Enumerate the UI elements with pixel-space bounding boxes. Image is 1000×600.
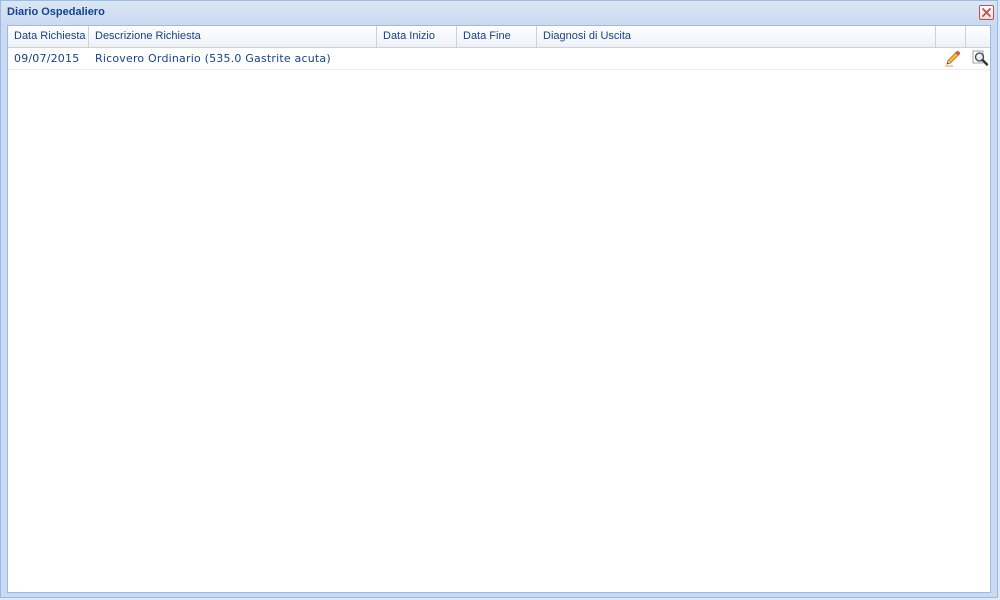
grid-panel: Data Richiesta Descrizione Richiesta Dat… [7, 25, 991, 593]
pencil-icon [945, 51, 960, 67]
column-header-edit [936, 26, 966, 47]
column-header-view [966, 26, 990, 47]
edit-button[interactable] [944, 50, 961, 67]
column-header-data-inizio[interactable]: Data Inizio [377, 26, 457, 47]
diario-ospedaliero-window: Diario Ospedaliero Data Richiesta Descri… [0, 0, 998, 598]
cell-diagnosi-uscita [537, 48, 936, 69]
view-button[interactable] [972, 50, 989, 67]
column-header-descrizione-richiesta[interactable]: Descrizione Richiesta [89, 26, 377, 47]
magnifier-icon [972, 50, 989, 66]
close-button[interactable] [979, 5, 994, 20]
column-header-diagnosi-uscita[interactable]: Diagnosi di Uscita [537, 26, 936, 47]
window-titlebar[interactable]: Diario Ospedaliero [1, 1, 997, 25]
table-row[interactable]: 09/07/2015 Ricovero Ordinario (535.0 Gas… [8, 48, 990, 70]
column-header-data-richiesta[interactable]: Data Richiesta [8, 26, 89, 47]
column-header-data-fine[interactable]: Data Fine [457, 26, 537, 47]
cell-data-richiesta: 09/07/2015 [14, 52, 80, 65]
window-title: Diario Ospedaliero [7, 6, 105, 18]
grid-header: Data Richiesta Descrizione Richiesta Dat… [8, 26, 990, 48]
close-icon [982, 8, 991, 17]
cell-data-fine [457, 48, 537, 69]
cell-data-inizio [377, 48, 457, 69]
cell-descrizione-richiesta: Ricovero Ordinario (535.0 Gastrite acuta… [95, 52, 331, 65]
